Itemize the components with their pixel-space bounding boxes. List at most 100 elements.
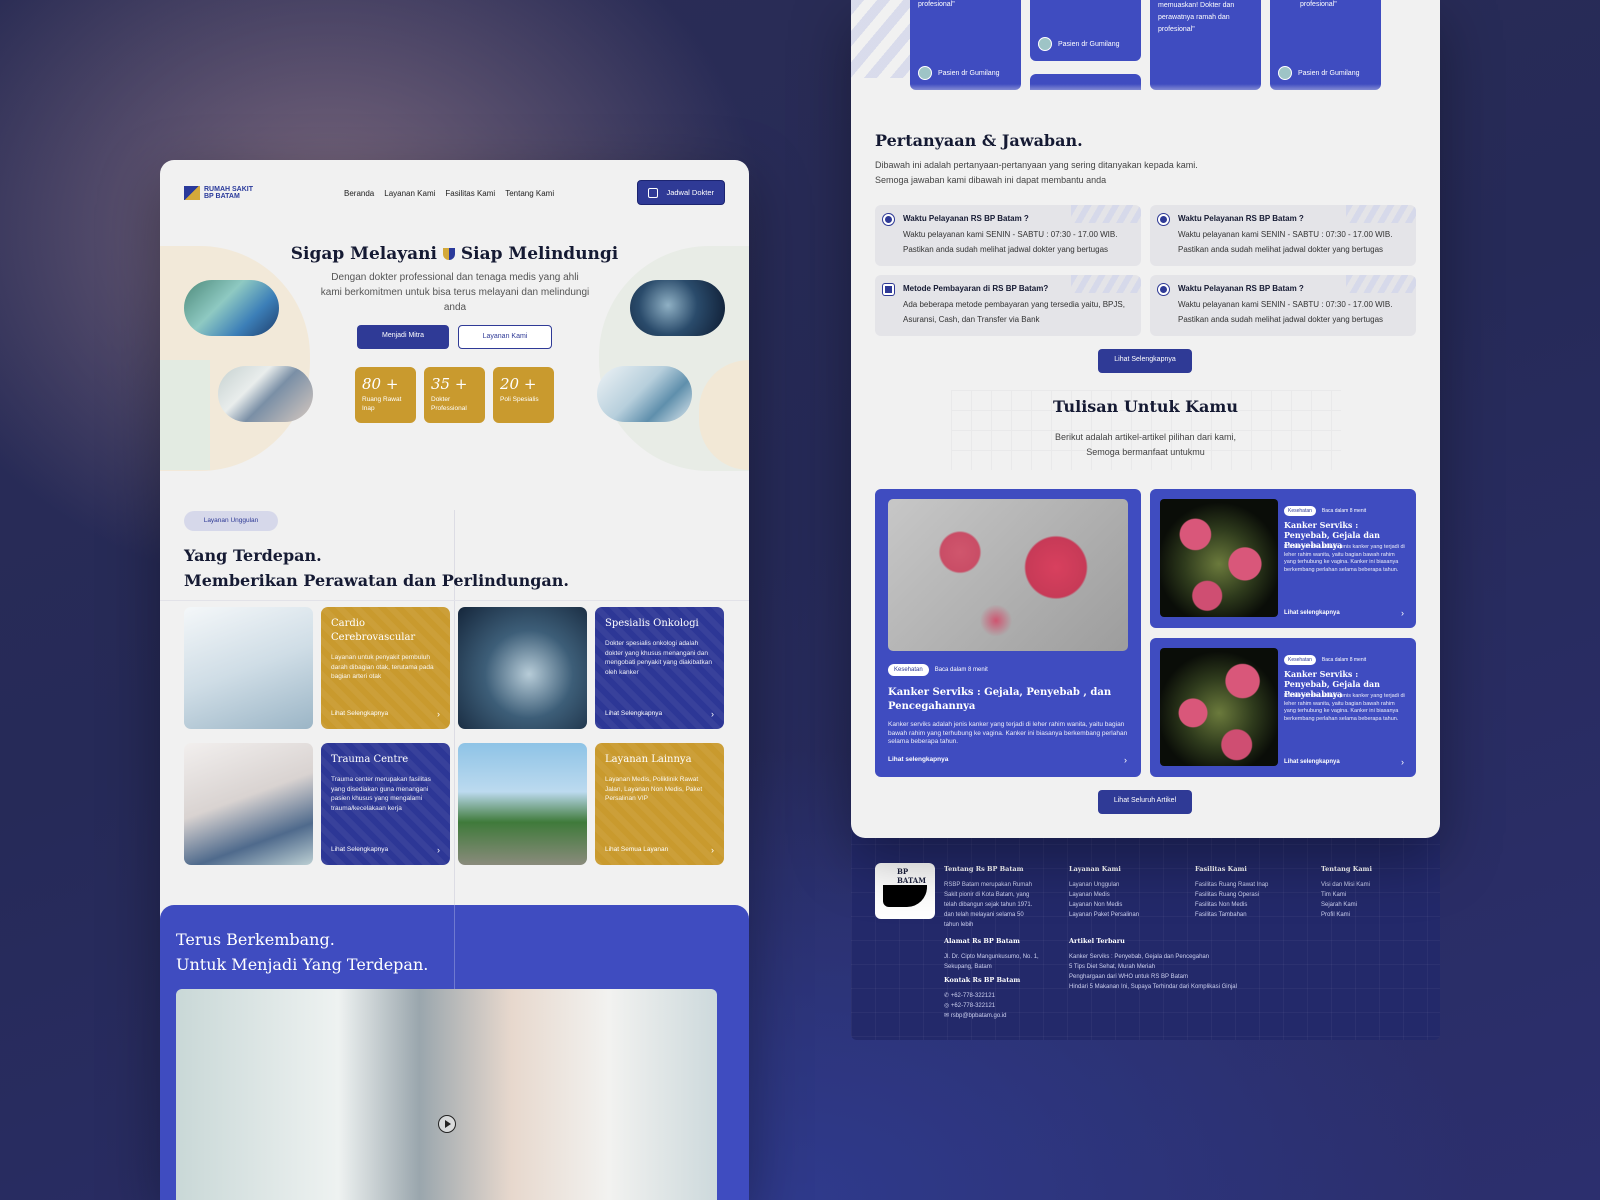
card-link[interactable]: Lihat Selengkapnya bbox=[331, 710, 388, 717]
jadwal-dokter-label: Jadwal Dokter bbox=[666, 188, 714, 197]
decor-pattern bbox=[1346, 205, 1416, 223]
layanan-kami-button[interactable]: Layanan Kami bbox=[458, 325, 552, 349]
author-name: Pasien dr Gumilang bbox=[1298, 69, 1360, 77]
card-cardio[interactable]: Cardio Cerebrovascular Layanan untuk pen… bbox=[321, 607, 450, 729]
nav-tentang[interactable]: Tentang Kami bbox=[505, 189, 554, 198]
phone-text: +62-778-322121 bbox=[950, 993, 995, 999]
footer-heading: Tentang Rs BP Batam bbox=[944, 865, 1024, 873]
faq-answer: Waktu pelayanan kami SENIN - SABTU : 07:… bbox=[903, 230, 1118, 254]
article-read-time: Baca dalam 8 menit bbox=[934, 667, 988, 673]
footer-link[interactable]: Layanan Unggulan bbox=[1069, 880, 1179, 890]
photo-laboratory bbox=[458, 607, 587, 729]
footer-logo[interactable]: BP BATAM bbox=[875, 863, 935, 919]
footer-link[interactable]: 5 Tips Diet Sehat, Murah Meriah bbox=[1069, 962, 1259, 972]
footer-link[interactable]: Fasilitas Non Medis bbox=[1195, 900, 1305, 910]
landing-page-top: RUMAH SAKIT BP BATAM Beranda Layanan Kam… bbox=[160, 160, 749, 1200]
testimonial-card: profesional" Pasien dr Gumilang bbox=[1270, 0, 1381, 90]
phone-item[interactable]: ✆ +62-778-322121 bbox=[944, 991, 1039, 1001]
article-desc: Kanker serviks adalah jenis kanker yang … bbox=[1284, 544, 1405, 573]
card-link[interactable]: Lihat Selengkapnya bbox=[605, 710, 662, 717]
testimonial-card: profesional" Pasien dr Gumilang bbox=[910, 0, 1021, 90]
article-link[interactable]: Lihat selengkapnya bbox=[888, 756, 948, 763]
content-area: profesional" Pasien dr Gumilang Pasien d… bbox=[851, 0, 1440, 838]
hero-photo-lab bbox=[630, 280, 725, 336]
growth-title-line2: Untuk Menjadi Yang Terdepan. bbox=[176, 955, 429, 974]
photo-operating-room bbox=[184, 607, 313, 729]
navbar: RUMAH SAKIT BP BATAM Beranda Layanan Kam… bbox=[184, 180, 725, 206]
menjadi-mitra-button[interactable]: Menjadi Mitra bbox=[357, 325, 449, 349]
testimonial-text: profesional" bbox=[918, 1, 955, 8]
card-link[interactable]: Lihat Semua Layanan bbox=[605, 846, 668, 853]
decor-pattern bbox=[1071, 275, 1141, 293]
footer-link[interactable]: Sejarah Kami bbox=[1321, 900, 1421, 910]
hero-title-a: Sigap Melayani bbox=[290, 244, 437, 264]
article-read-time: Baca dalam 8 menit bbox=[1321, 657, 1367, 663]
nav-beranda[interactable]: Beranda bbox=[344, 189, 374, 198]
faq-more-button[interactable]: Lihat Selengkapnya bbox=[1098, 349, 1192, 373]
video-thumbnail[interactable] bbox=[176, 989, 717, 1200]
payment-icon bbox=[883, 284, 894, 295]
chevron-right-icon: › bbox=[711, 709, 714, 719]
articles-title: Tulisan Untuk Kamu bbox=[1053, 397, 1238, 416]
email-item[interactable]: ✉ rsbp@bpbatam.go.id bbox=[944, 1011, 1039, 1021]
footer-link[interactable]: Layanan Non Medis bbox=[1069, 900, 1179, 910]
articles-subtitle-line2: Semoga bermanfaat untukmu bbox=[1086, 447, 1205, 457]
article-link[interactable]: Lihat selengkapnya bbox=[1284, 610, 1340, 616]
footer-link[interactable]: Layanan Paket Persalinan bbox=[1069, 910, 1179, 920]
card-link[interactable]: Lihat Selengkapnya bbox=[331, 846, 388, 853]
article-card-featured[interactable]: Kesehatan Baca dalam 8 menit Kanker Servi… bbox=[875, 489, 1141, 777]
growth-title: Terus Berkembang. Untuk Menjadi Yang Ter… bbox=[176, 927, 428, 977]
faq-item[interactable]: Metode Pembayaran di RS BP Batam? Ada be… bbox=[875, 275, 1141, 336]
footer-link[interactable]: Visi dan Misi Kami bbox=[1321, 880, 1421, 890]
faq-item[interactable]: Waktu Pelayanan RS BP Batam ? Waktu pela… bbox=[875, 205, 1141, 266]
footer-about: Tentang Rs BP Batam RSBP Batam merupakan… bbox=[944, 864, 1039, 930]
stat-number: 20 + bbox=[500, 375, 537, 393]
article-link[interactable]: Lihat selengkapnya bbox=[1284, 759, 1340, 765]
footer-link[interactable]: Penghargaan dari WHO untuk RS BP Batam bbox=[1069, 972, 1259, 982]
card-onkologi[interactable]: Spesialis Onkologi Dokter spesialis onko… bbox=[595, 607, 724, 729]
play-icon[interactable] bbox=[438, 1115, 456, 1133]
hero-photo-surgery bbox=[184, 280, 279, 336]
footer-link[interactable]: Fasilitas Tambahan bbox=[1195, 910, 1305, 920]
jadwal-dokter-button[interactable]: Jadwal Dokter bbox=[637, 180, 725, 205]
faq-item[interactable]: Waktu Pelayanan RS BP Batam ? Waktu pela… bbox=[1150, 275, 1416, 336]
testimonial-card: memuaskan! Dokter dan perawatnya ramah d… bbox=[1150, 0, 1261, 90]
footer-link[interactable]: Fasilitas Ruang Rawat Inap bbox=[1195, 880, 1305, 890]
stat-rawat-inap: 80 + Ruang Rawat Inap bbox=[355, 367, 416, 423]
photo-patient-room bbox=[184, 743, 313, 865]
footer-heading: Tentang Kami bbox=[1321, 865, 1372, 873]
footer-link[interactable]: Layanan Medis bbox=[1069, 890, 1179, 900]
testimonial-author: Pasien dr Gumilang bbox=[1278, 66, 1359, 80]
decor-grid bbox=[851, 820, 1440, 1040]
stat-number: 35 + bbox=[431, 375, 468, 393]
footer-link[interactable]: Kanker Serviks : Penyebab, Gejala dan Pe… bbox=[1069, 952, 1259, 962]
article-desc: Kanker serviks adalah jenis kanker yang … bbox=[888, 721, 1128, 745]
card-title: Cardio Cerebrovascular bbox=[331, 618, 416, 643]
card-trauma[interactable]: Trauma Centre Trauma center merupakan fa… bbox=[321, 743, 450, 865]
chevron-right-icon: › bbox=[437, 845, 440, 855]
card-desc: Layanan Medis, Poliklinik Rawat Jalan, L… bbox=[605, 776, 703, 802]
testimonial-card: Pasien dr Gumilang bbox=[1030, 0, 1141, 61]
logo[interactable]: RUMAH SAKIT BP BATAM bbox=[184, 186, 264, 200]
footer-link[interactable]: Profil Kami bbox=[1321, 910, 1421, 920]
card-layanan-lainnya[interactable]: Layanan Lainnya Layanan Medis, Poliklini… bbox=[595, 743, 724, 865]
footer-link[interactable]: Hindari 5 Makanan Ini, Supaya Terhindar … bbox=[1069, 982, 1259, 992]
faq-item[interactable]: Waktu Pelayanan RS BP Batam ? Waktu pela… bbox=[1150, 205, 1416, 266]
hero-title: Sigap Melayani Siap Melindungi bbox=[160, 244, 749, 264]
avatar bbox=[1278, 66, 1292, 80]
phone-text: +62-778-322121 bbox=[950, 1003, 996, 1009]
chevron-right-icon: › bbox=[1124, 755, 1127, 765]
article-card[interactable]: Kesehatan Baca dalam 8 menit Kanker Servi… bbox=[1150, 638, 1416, 777]
nav-fasilitas[interactable]: Fasilitas Kami bbox=[445, 189, 495, 198]
all-articles-button[interactable]: Lihat Seluruh Artikel bbox=[1098, 790, 1192, 814]
article-meta: Kesehatan Baca dalam 8 menit bbox=[888, 658, 988, 676]
testimonial-author: Pasien dr Gumilang bbox=[1038, 37, 1119, 51]
nav-layanan[interactable]: Layanan Kami bbox=[384, 189, 435, 198]
stat-number: 80 + bbox=[362, 375, 399, 393]
footer-link[interactable]: Fasilitas Ruang Operasi bbox=[1195, 890, 1305, 900]
section-title: Yang Terdepan. Memberikan Perawatan dan … bbox=[184, 543, 569, 593]
chevron-right-icon: › bbox=[1401, 757, 1404, 767]
footer-link[interactable]: Tim Kami bbox=[1321, 890, 1421, 900]
article-card[interactable]: Kesehatan Baca dalam 8 menit Kanker Servi… bbox=[1150, 489, 1416, 628]
whatsapp-item[interactable]: ◎ +62-778-322121 bbox=[944, 1001, 1039, 1011]
